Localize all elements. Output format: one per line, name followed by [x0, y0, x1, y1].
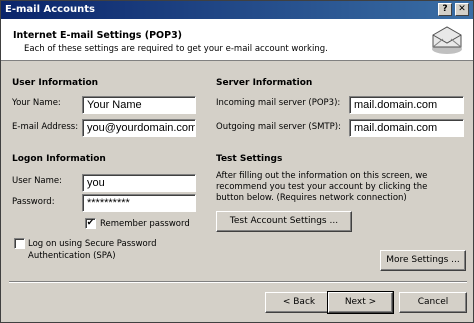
user-name-label: User Name:: [12, 176, 63, 186]
test-settings-heading: Test Settings: [216, 154, 283, 164]
logon-info-heading: Logon Information: [12, 154, 106, 164]
remember-password-checkbox[interactable]: ✔: [85, 218, 96, 229]
email-accounts-window: E-mail Accounts ? ✕ Internet E-mail Sett…: [0, 0, 474, 323]
window-title: E-mail Accounts: [5, 4, 95, 15]
email-envelope-icon: [432, 26, 462, 54]
outgoing-server-input[interactable]: mail.domain.com: [349, 119, 464, 137]
spa-label-line1[interactable]: Log on using Secure Password: [28, 239, 156, 249]
user-info-heading: User Information: [12, 78, 99, 88]
help-button[interactable]: ?: [438, 3, 452, 16]
spa-label-line2[interactable]: Authentication (SPA): [28, 251, 116, 261]
header-title: Internet E-mail Settings (POP3): [13, 30, 183, 41]
header-subtitle: Each of these settings are required to g…: [24, 44, 328, 54]
incoming-server-input[interactable]: mail.domain.com: [349, 96, 464, 114]
back-button[interactable]: < Back: [265, 292, 333, 313]
close-button[interactable]: ✕: [455, 3, 469, 16]
your-name-label: Your Name:: [12, 98, 61, 108]
dialog-header: Internet E-mail Settings (POP3) Each of …: [1, 19, 473, 61]
server-info-heading: Server Information: [216, 78, 313, 88]
password-input[interactable]: **********: [82, 194, 196, 212]
your-name-input[interactable]: Your Name: [82, 96, 196, 114]
outgoing-server-label: Outgoing mail server (SMTP):: [216, 122, 341, 132]
email-address-label: E-mail Address:: [12, 122, 79, 132]
spa-checkbox[interactable]: [14, 238, 25, 249]
password-label: Password:: [12, 197, 55, 207]
title-bar: E-mail Accounts ? ✕: [1, 1, 473, 19]
incoming-server-label: Incoming mail server (POP3):: [216, 98, 341, 108]
email-address-input[interactable]: you@yourdomain.com: [82, 119, 196, 137]
test-account-settings-button[interactable]: Test Account Settings ...: [216, 211, 352, 232]
more-settings-button[interactable]: More Settings ...: [380, 250, 466, 271]
remember-password-label[interactable]: Remember password: [100, 219, 190, 229]
test-settings-description: After filling out the information on thi…: [216, 171, 428, 203]
divider: [9, 281, 467, 283]
cancel-button[interactable]: Cancel: [399, 292, 467, 313]
user-name-input[interactable]: you: [82, 174, 196, 192]
next-button[interactable]: Next >: [327, 291, 394, 314]
